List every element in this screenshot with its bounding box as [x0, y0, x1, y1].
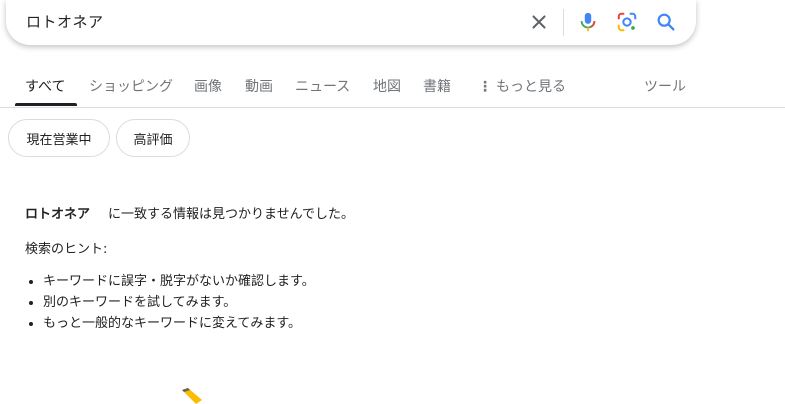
tab-news[interactable]: ニュース — [295, 76, 350, 96]
search-tabs: すべて ショッピング 画像 動画 ニュース 地図 書籍 ⋮ もっと見る ツール — [0, 72, 785, 108]
tab-videos[interactable]: 動画 — [245, 76, 273, 96]
list-item: 別のキーワードを試してみます。 — [43, 294, 315, 315]
list-item: もっと一般的なキーワードに変えてみます。 — [43, 315, 315, 336]
tab-more[interactable]: ⋮ もっと見る — [478, 76, 566, 96]
search-input[interactable]: ロトオネア — [26, 11, 104, 32]
search-box[interactable]: ロトオネア — [6, 0, 696, 45]
tab-shopping[interactable]: ショッピング — [89, 76, 173, 96]
tab-more-label: もっと見る — [496, 79, 566, 95]
pencil-illustration — [182, 388, 202, 404]
no-results-message: ロトオネア に一致する情報は見つかりませんでした。 — [25, 203, 354, 222]
hints-title: 検索のヒント: — [25, 242, 108, 257]
tab-maps[interactable]: 地図 — [373, 76, 401, 96]
search-icon[interactable] — [655, 11, 677, 33]
list-item: キーワードに誤字・脱字がないか確認します。 — [43, 273, 315, 294]
tab-images[interactable]: 画像 — [194, 76, 222, 96]
active-tab-indicator — [15, 103, 77, 106]
tab-tools[interactable]: ツール — [644, 76, 686, 96]
tabs-divider — [0, 107, 785, 108]
tab-books[interactable]: 書籍 — [423, 76, 451, 96]
search-results-page: ロトオネア すべて ショッピング 画像 動画 ニュース 地図 書籍 ⋮ もっと見… — [0, 0, 785, 404]
chip-top-rated[interactable]: 高評価 — [116, 119, 190, 157]
microphone-icon[interactable] — [577, 11, 599, 33]
chip-open-now[interactable]: 現在営業中 — [8, 119, 110, 157]
tab-all[interactable]: すべて — [25, 76, 65, 96]
query-bold: ロトオネア — [25, 207, 91, 222]
search-divider — [563, 9, 564, 36]
no-match-text: に一致する情報は見つかりませんでした。 — [108, 207, 354, 222]
google-lens-icon[interactable] — [616, 11, 638, 33]
close-icon[interactable] — [528, 11, 550, 33]
hints-list: キーワードに誤字・脱字がないか確認します。 別のキーワードを試してみます。 もっ… — [25, 273, 315, 336]
more-vert-icon: ⋮ — [478, 79, 492, 95]
